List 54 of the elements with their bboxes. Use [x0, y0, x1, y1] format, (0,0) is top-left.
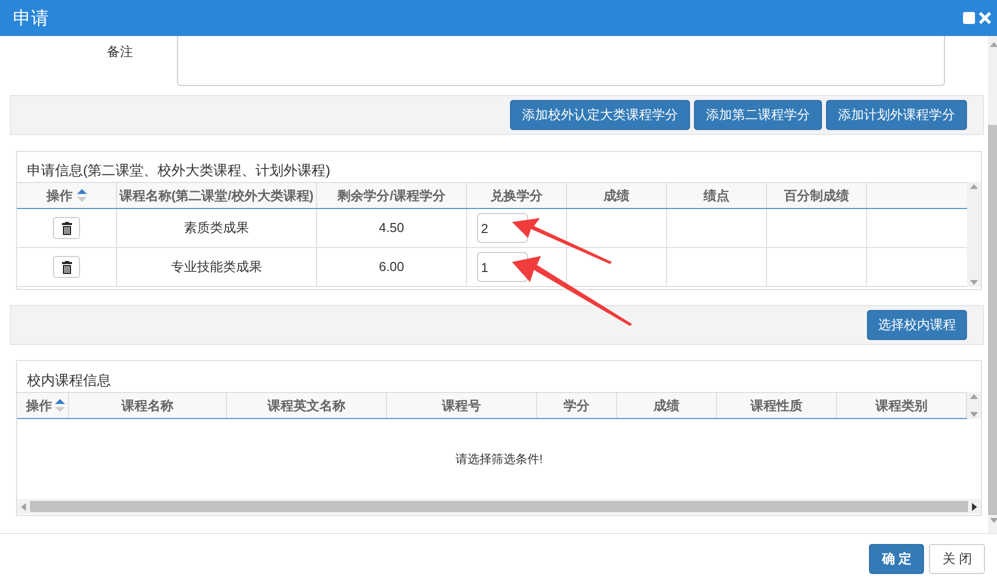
select-course-button[interactable]: 选择校内课程: [867, 310, 967, 340]
scrollbar[interactable]: [967, 392, 981, 419]
delete-button[interactable]: [53, 217, 80, 239]
column-header[interactable]: 操作: [17, 183, 117, 208]
column-header[interactable]: 操作: [17, 393, 69, 418]
table-cell: 6.00: [317, 248, 467, 286]
table-cell: 4.50: [317, 209, 467, 247]
trash-icon: [62, 260, 72, 274]
remark-field[interactable]: [177, 36, 945, 86]
column-header: 成绩: [567, 183, 667, 208]
maximize-icon[interactable]: [963, 12, 975, 24]
scroll-down-icon[interactable]: [970, 412, 978, 417]
sort-icon[interactable]: [55, 399, 65, 412]
scroll-up-icon[interactable]: [990, 42, 997, 47]
panel-title: 申请信息(第二课堂、校外大类课程、计划外课程): [26, 161, 332, 180]
scroll-thumb[interactable]: [30, 501, 968, 512]
scroll-thumb[interactable]: [988, 125, 997, 515]
remark-label: 备注: [106, 43, 134, 61]
column-header: 课程名称: [69, 393, 227, 418]
scroll-up-icon[interactable]: [970, 184, 978, 189]
scroll-right-icon[interactable]: [972, 502, 977, 510]
panel-title: 校内课程信息: [26, 371, 112, 390]
add-credit-button[interactable]: 添加计划外课程学分: [826, 100, 967, 130]
column-header: 课程名称(第二课堂/校外大类课程): [117, 183, 317, 208]
empty-message: 请选择筛选条件!: [455, 451, 543, 468]
scrollbar[interactable]: [988, 36, 997, 533]
delete-button[interactable]: [53, 256, 80, 278]
column-header: 剩余学分/课程学分: [317, 183, 467, 208]
scrollbar[interactable]: [967, 182, 981, 287]
confirm-button[interactable]: 确 定: [868, 544, 924, 574]
column-header: 学分: [537, 393, 617, 418]
column-header: 课程英文名称: [227, 393, 387, 418]
horizontal-scrollbar[interactable]: [17, 499, 981, 514]
sort-icon[interactable]: [76, 189, 86, 202]
column-header: 绩点: [667, 183, 767, 208]
table-cell: 素质类成果: [117, 209, 317, 247]
scroll-down-icon[interactable]: [990, 518, 997, 523]
column-header: 课程性质: [717, 393, 837, 418]
add-credit-button[interactable]: 添加校外认定大类课程学分: [510, 100, 690, 130]
scroll-down-icon[interactable]: [970, 280, 978, 285]
scroll-up-icon[interactable]: [970, 394, 978, 399]
close-button[interactable]: 关 闭: [929, 544, 985, 574]
column-header: 课程号: [387, 393, 537, 418]
trash-icon: [62, 222, 72, 234]
column-header: 百分制成绩: [767, 183, 867, 208]
table-cell: 专业技能类成果: [117, 248, 317, 286]
column-header: 成绩: [617, 393, 717, 418]
exchange-credit-field[interactable]: 1: [477, 252, 528, 282]
column-header: 兑换学分: [467, 183, 567, 208]
window-title: 申请: [13, 6, 49, 30]
add-credit-button[interactable]: 添加第二课程学分: [694, 100, 822, 130]
exchange-credit-field[interactable]: 2: [477, 213, 528, 243]
close-icon[interactable]: [979, 12, 991, 24]
scroll-left-icon[interactable]: [21, 502, 26, 510]
